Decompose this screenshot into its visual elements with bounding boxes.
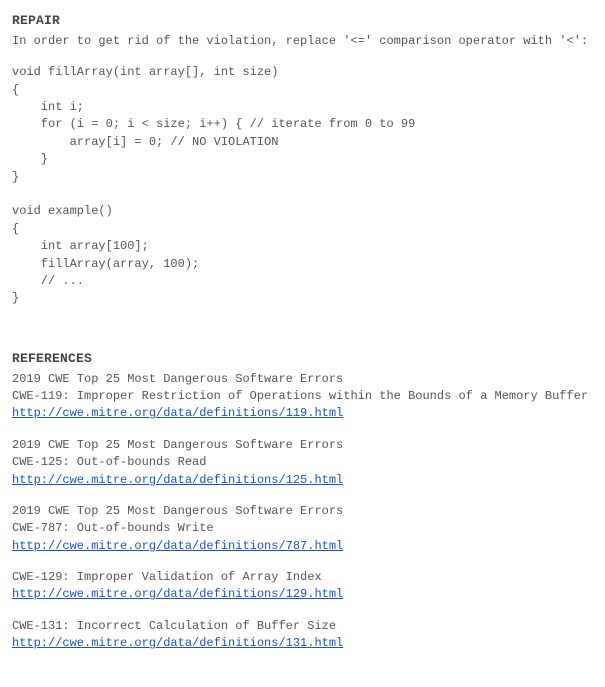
reference-line: 2019 CWE Top 25 Most Dangerous Software … (12, 503, 593, 520)
repair-section: REPAIR In order to get rid of the violat… (12, 12, 593, 308)
reference-line: 2019 CWE Top 25 Most Dangerous Software … (12, 371, 593, 388)
reference-line: CWE-119: Improper Restriction of Operati… (12, 388, 593, 405)
repair-code-block: void fillArray(int array[], int size) { … (12, 64, 593, 307)
reference-item: 2019 CWE Top 25 Most Dangerous Software … (12, 503, 593, 555)
reference-link[interactable]: http://cwe.mitre.org/data/definitions/12… (12, 587, 343, 601)
reference-line: CWE-787: Out-of-bounds Write (12, 520, 593, 537)
references-heading: REFERENCES (12, 350, 593, 369)
repair-intro: In order to get rid of the violation, re… (12, 33, 593, 50)
reference-line: 2019 CWE Top 25 Most Dangerous Software … (12, 437, 593, 454)
reference-link[interactable]: http://cwe.mitre.org/data/definitions/12… (12, 473, 343, 487)
reference-link[interactable]: http://cwe.mitre.org/data/definitions/13… (12, 636, 343, 650)
reference-item: 2019 CWE Top 25 Most Dangerous Software … (12, 437, 593, 489)
reference-line: CWE-129: Improper Validation of Array In… (12, 569, 593, 586)
reference-link[interactable]: http://cwe.mitre.org/data/definitions/78… (12, 539, 343, 553)
reference-item: 2019 CWE Top 25 Most Dangerous Software … (12, 371, 593, 423)
references-section: REFERENCES 2019 CWE Top 25 Most Dangerou… (12, 350, 593, 653)
reference-item: CWE-129: Improper Validation of Array In… (12, 569, 593, 604)
reference-line: CWE-131: Incorrect Calculation of Buffer… (12, 618, 593, 635)
reference-link[interactable]: http://cwe.mitre.org/data/definitions/11… (12, 406, 343, 420)
repair-heading: REPAIR (12, 12, 593, 31)
reference-item: CWE-131: Incorrect Calculation of Buffer… (12, 618, 593, 653)
reference-line: CWE-125: Out-of-bounds Read (12, 454, 593, 471)
